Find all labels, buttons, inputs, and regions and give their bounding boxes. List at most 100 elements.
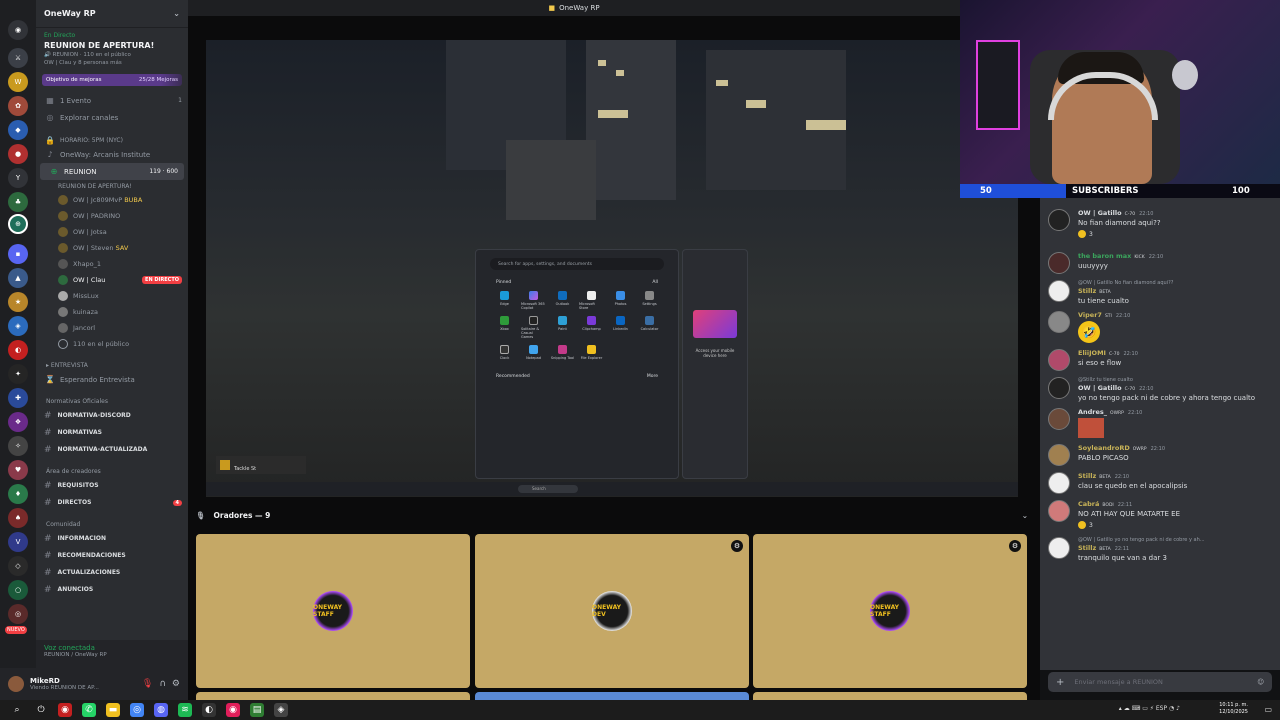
server-icon[interactable]: ♥ xyxy=(8,460,28,480)
speaker-tile[interactable] xyxy=(196,692,470,700)
server-icon[interactable]: ◆ xyxy=(8,120,28,140)
schedule-channel[interactable]: 🔒 HORARIO: 5PM (NYC) xyxy=(36,134,188,146)
voice-user[interactable]: OW | Jotsa xyxy=(36,224,188,240)
app-tile[interactable]: Clock xyxy=(492,345,517,360)
app-icon[interactable]: ◉ xyxy=(226,703,240,717)
text-channel[interactable]: # ANUNCIOS xyxy=(36,581,188,598)
app-tile[interactable]: Microsoft Store xyxy=(579,291,604,310)
server-icon[interactable]: ● xyxy=(8,144,28,164)
voice-user[interactable]: OW | Jc809MvP BUBA xyxy=(36,192,188,208)
reaction[interactable]: 3 xyxy=(1078,230,1093,238)
chat-input[interactable]: + Enviar mensaje a REUNION ☺ xyxy=(1048,672,1272,692)
mic-muted-icon[interactable]: 🎙 xyxy=(142,679,153,689)
text-channel[interactable]: # RECOMENDACIONES xyxy=(36,547,188,564)
more-button[interactable]: More xyxy=(647,374,658,379)
server-icon[interactable]: ★ xyxy=(8,292,28,312)
voice-user[interactable]: OW | PADRINO xyxy=(36,208,188,224)
text-channel[interactable]: # NORMATIVA-DISCORD xyxy=(36,407,188,424)
server-icon[interactable]: Y xyxy=(8,168,28,188)
category-interview[interactable]: ▸ ENTREVISTA xyxy=(36,356,188,371)
speaker-tile[interactable] xyxy=(753,692,1027,700)
server-icon[interactable]: ◎ xyxy=(8,604,28,624)
institute-channel[interactable]: ♪ OneWay: Arcanis Institute xyxy=(36,146,188,163)
chat-message[interactable]: Andres_ OWRP 22:10 xyxy=(1040,405,1280,441)
chrome-icon[interactable]: ◎ xyxy=(130,703,144,717)
app-icon[interactable]: ◈ xyxy=(274,703,288,717)
server-icon[interactable]: ◐ xyxy=(8,340,28,360)
server-icon[interactable]: ♠ xyxy=(8,508,28,528)
app-icon[interactable]: ◉ xyxy=(58,703,72,717)
app-tile[interactable]: Snipping Tool xyxy=(550,345,575,360)
start-search-input[interactable]: Search for apps, settings, and documents xyxy=(490,258,664,270)
spotify-icon[interactable]: ≋ xyxy=(178,703,192,717)
speaker-tile[interactable]: ONEWAY DEV ⚙ xyxy=(475,534,749,688)
chat-message[interactable]: the baron max KICK 22:10 uuuyyyy xyxy=(1040,249,1280,277)
reply-preview[interactable]: @OW | Gatillo No fian diamond aqui?? xyxy=(1078,280,1173,286)
phone-link-panel[interactable]: Access your mobile device here xyxy=(682,249,748,479)
windows-start-menu[interactable]: Search for apps, settings, and documents… xyxy=(475,249,679,479)
chat-message[interactable]: @Stillz tu tiene cualto OW | Gatillo C-70… xyxy=(1040,374,1280,405)
file-explorer-icon[interactable]: ▬ xyxy=(106,703,120,717)
plus-icon[interactable]: + xyxy=(1056,677,1064,688)
speaker-tile[interactable] xyxy=(475,692,749,700)
voice-user-streaming[interactable]: OW | Clau EN DIRECTO xyxy=(36,272,188,288)
chat-message[interactable]: SoyleandroRD OWRP 22:10 PABLO PICASO xyxy=(1040,441,1280,469)
chat-message[interactable]: EliiJOMI C-70 22:10 si eso e flow xyxy=(1040,346,1280,374)
events-link[interactable]: ▦ 1 Evento 1 xyxy=(36,92,188,109)
app-tile[interactable]: Notepad xyxy=(521,345,546,360)
app-icon[interactable]: ▤ xyxy=(250,703,264,717)
app-tile[interactable]: Settings xyxy=(637,291,662,310)
text-channel[interactable]: # REQUISITOS xyxy=(36,477,188,494)
server-icon[interactable]: ◇ xyxy=(8,556,28,576)
voice-connected-panel[interactable]: Voz conectada REUNION / OneWay RP xyxy=(36,640,188,668)
server-icon[interactable]: V xyxy=(8,532,28,552)
server-icon[interactable]: ♦ xyxy=(8,484,28,504)
system-clock[interactable]: 10:11 p. m. 12/10/2025 xyxy=(1219,702,1248,716)
system-tray[interactable]: ▴ ☁ ⌨ ▭ ⚡ ESP ◔ ♪ xyxy=(1119,705,1180,712)
avatar[interactable] xyxy=(8,676,24,692)
app-tile[interactable]: File Explorer xyxy=(579,345,604,360)
app-tile[interactable]: Solitaire & Casual Games xyxy=(521,316,546,339)
voice-user[interactable]: Jancorl xyxy=(36,320,188,336)
speakers-section-header[interactable]: 🎙 Oradores — 9 ⌄ xyxy=(196,508,1028,522)
server-icon[interactable]: W xyxy=(8,72,28,92)
app-tile[interactable]: Microsoft 365 Copilot xyxy=(521,291,546,310)
voice-channel-reunion[interactable]: ⊕ REUNION 119 · 600 xyxy=(40,163,184,180)
voice-user[interactable]: Xhapo_1 xyxy=(36,256,188,272)
voice-user[interactable]: kuinaza xyxy=(36,304,188,320)
search-icon[interactable]: ⌕ xyxy=(10,703,24,717)
discord-icon[interactable]: ◍ xyxy=(154,703,168,717)
server-icon[interactable]: ▲ xyxy=(8,268,28,288)
speaker-tile[interactable]: ONEWAY STAFF ⚙ xyxy=(753,534,1027,688)
category-community[interactable]: Comunidad xyxy=(36,515,188,530)
voice-user[interactable]: OW | Steven SAV xyxy=(36,240,188,256)
sticker-image[interactable] xyxy=(1078,418,1104,438)
chat-message[interactable]: Viper7 STI 22:10 🤣 xyxy=(1040,308,1280,346)
boost-goal-bar[interactable]: Objetivo de mejoras 25/28 Mejoras xyxy=(42,74,182,86)
app-tile[interactable]: Clipchamp xyxy=(579,316,604,339)
server-icon[interactable]: ⚔ xyxy=(8,48,28,68)
server-icon[interactable]: ✦ xyxy=(8,364,28,384)
app-tile[interactable]: Outlook xyxy=(550,291,575,310)
text-channel[interactable]: # INFORMACION xyxy=(36,530,188,547)
app-tile[interactable]: Paint xyxy=(550,316,575,339)
server-icon[interactable]: ♣ xyxy=(8,192,28,212)
explore-channels-link[interactable]: ◎ Explorar canales xyxy=(36,109,188,126)
gear-icon[interactable]: ⚙ xyxy=(731,540,743,552)
server-icon[interactable]: ◈ xyxy=(8,316,28,336)
discord-home-icon[interactable]: ◉ xyxy=(8,20,28,40)
reply-preview[interactable]: @OW | Gatillo yo no tengo pack ni de cob… xyxy=(1078,537,1205,543)
interview-channel[interactable]: ⌛ Esperando Entrevista xyxy=(36,371,188,388)
text-channel[interactable]: # NORMATIVA-ACTUALIZADA xyxy=(36,441,188,458)
reaction[interactable]: 3 xyxy=(1078,521,1093,529)
text-channel[interactable]: # DIRECTOS 4 xyxy=(36,494,188,511)
server-header[interactable]: OneWay RP ⌄ xyxy=(36,0,188,28)
category-rules[interactable]: Normativas Oficiales xyxy=(36,392,188,407)
server-icon[interactable]: ▪ xyxy=(8,244,28,264)
server-icon-active[interactable]: ⊕ xyxy=(8,214,28,234)
all-apps-button[interactable]: All xyxy=(652,280,658,285)
chat-message[interactable]: @OW | Gatillo yo no tengo pack ni de cob… xyxy=(1040,534,1280,565)
gear-icon[interactable]: ⚙ xyxy=(1009,540,1021,552)
voice-user[interactable]: MissLux xyxy=(36,288,188,304)
obs-icon[interactable]: ◐ xyxy=(202,703,216,717)
